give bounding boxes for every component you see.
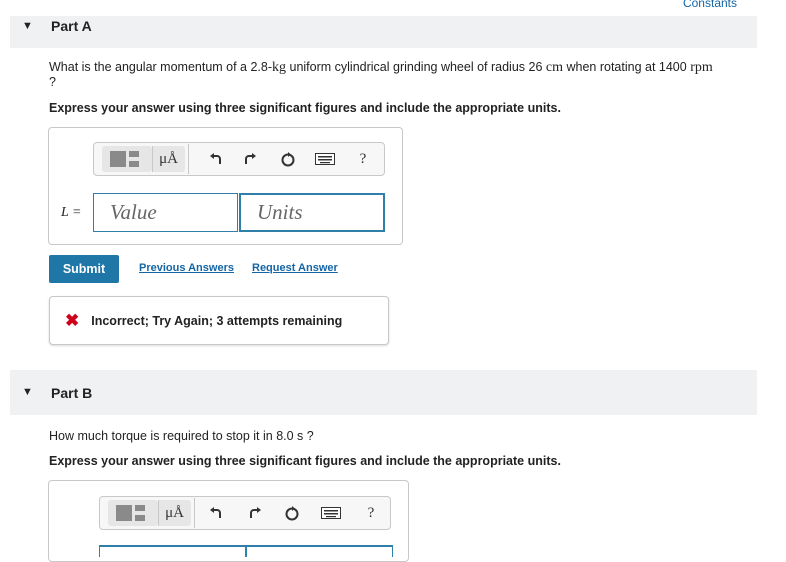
units-symbols-button[interactable]: μÅ bbox=[151, 146, 185, 172]
previous-answers-link[interactable]: Previous Answers bbox=[139, 262, 234, 274]
part-b-instructions: Express your answer using three signific… bbox=[49, 454, 561, 468]
constants-link[interactable]: Constants bbox=[683, 0, 737, 10]
collapse-triangle-icon[interactable]: ▼ bbox=[22, 20, 33, 32]
help-button[interactable]: ? bbox=[362, 497, 380, 529]
templates-button[interactable] bbox=[107, 500, 158, 526]
request-answer-link[interactable]: Request Answer bbox=[252, 262, 338, 274]
keyboard-icon[interactable] bbox=[320, 497, 342, 529]
part-b-header[interactable] bbox=[10, 370, 757, 415]
template-group: μÅ bbox=[100, 498, 195, 528]
reset-icon[interactable] bbox=[282, 497, 302, 529]
feedback-box: ✖ Incorrect; Try Again; 3 attempts remai… bbox=[49, 296, 389, 345]
template-square-icon bbox=[115, 505, 132, 521]
reset-icon[interactable] bbox=[278, 143, 298, 175]
help-button[interactable]: ? bbox=[354, 143, 372, 175]
part-b-title: Part B bbox=[51, 385, 93, 401]
part-a-title: Part A bbox=[51, 18, 92, 34]
undo-icon[interactable] bbox=[206, 497, 226, 529]
redo-icon[interactable] bbox=[240, 143, 260, 175]
template-square-icon bbox=[109, 151, 126, 167]
part-a-instructions: Express your answer using three signific… bbox=[49, 101, 561, 115]
template-fraction-icon bbox=[128, 151, 139, 167]
units-input[interactable] bbox=[246, 545, 393, 557]
template-fraction-icon bbox=[134, 505, 145, 521]
units-input[interactable]: Units bbox=[239, 193, 385, 232]
incorrect-x-icon: ✖ bbox=[65, 310, 80, 330]
submit-button[interactable]: Submit bbox=[49, 255, 119, 283]
keyboard-icon[interactable] bbox=[314, 143, 336, 175]
feedback-text: Incorrect; Try Again; 3 attempts remaini… bbox=[91, 313, 343, 328]
template-group: μÅ bbox=[94, 144, 189, 174]
part-b-question: How much torque is required to stop it i… bbox=[49, 429, 314, 443]
templates-button[interactable] bbox=[101, 146, 152, 172]
units-symbols-button[interactable]: μÅ bbox=[157, 500, 191, 526]
value-input[interactable]: Value bbox=[93, 193, 238, 232]
redo-icon[interactable] bbox=[245, 497, 265, 529]
math-toolbar: μÅ ? bbox=[99, 496, 391, 530]
value-input[interactable] bbox=[99, 545, 246, 557]
part-a-question: What is the angular momentum of a 2.8-kg… bbox=[49, 60, 713, 89]
variable-label: L = bbox=[61, 205, 82, 220]
part-a-header[interactable] bbox=[10, 16, 757, 48]
math-toolbar: μÅ ? bbox=[93, 142, 385, 176]
undo-icon[interactable] bbox=[206, 143, 226, 175]
collapse-triangle-icon[interactable]: ▼ bbox=[22, 386, 33, 398]
